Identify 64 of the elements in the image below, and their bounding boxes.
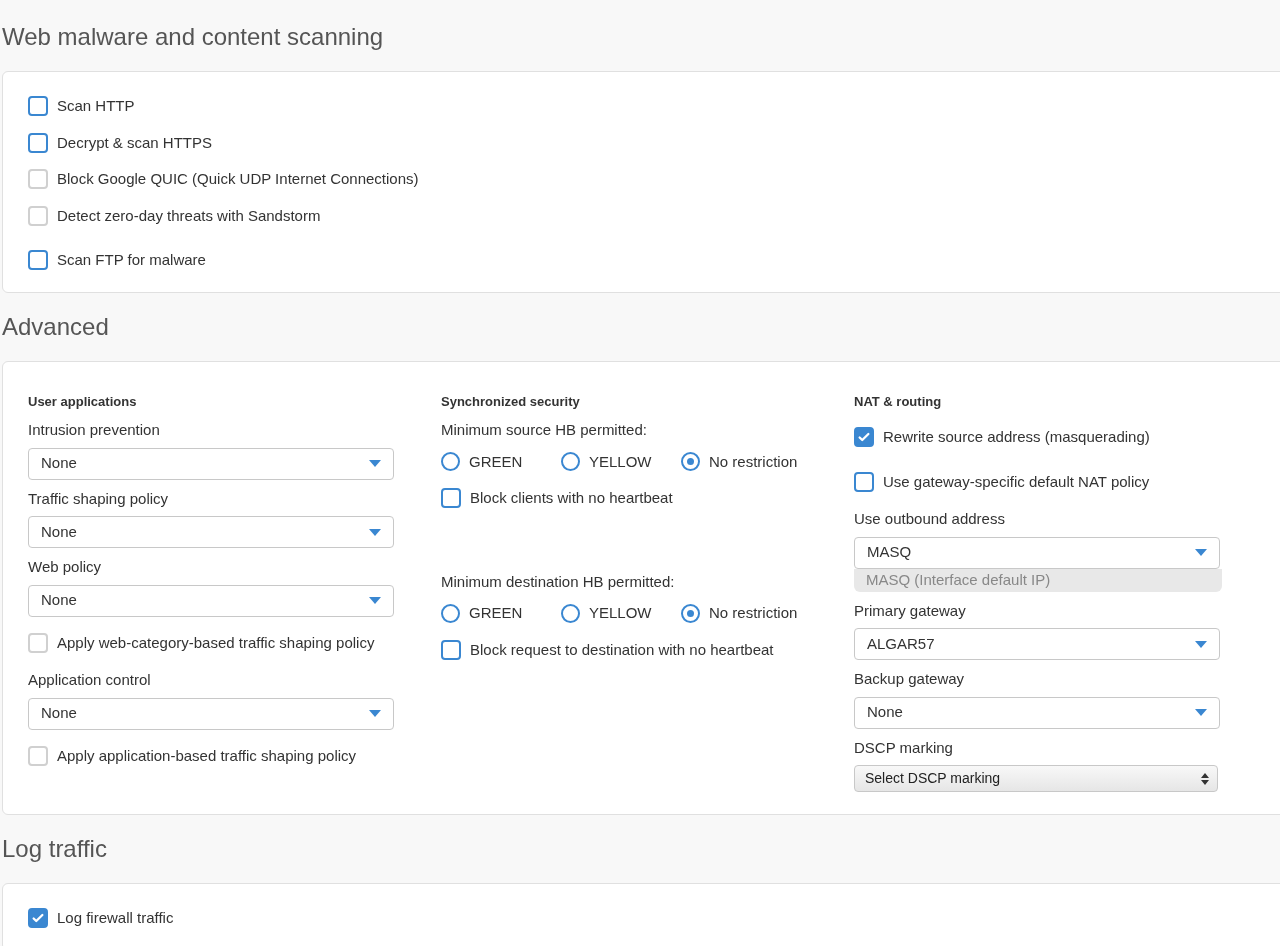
field-label: Application control xyxy=(28,670,152,690)
radio-button[interactable] xyxy=(561,603,580,623)
dropdown[interactable]: None xyxy=(28,584,394,617)
field-label: Primary gateway xyxy=(854,600,967,621)
checkbox-label: Block Google QUIC (Quick UDP Internet Connections) xyxy=(57,169,419,189)
checkbox-label: Apply web-category-based traffic shaping policy xyxy=(57,632,375,653)
dropdown[interactable]: MASQ xyxy=(854,536,1220,569)
field-label: DSCP marking xyxy=(854,737,954,758)
caret-icon xyxy=(369,597,381,604)
radio-label: No restriction xyxy=(709,451,798,472)
radio-button[interactable] xyxy=(441,603,460,623)
checkbox-label: Apply application-based traffic shaping policy xyxy=(57,745,357,766)
checked-checkbox[interactable] xyxy=(854,427,874,448)
field-label: Minimum source HB permitted: xyxy=(441,420,648,440)
checkbox[interactable] xyxy=(28,96,48,117)
caret-icon xyxy=(1195,640,1207,648)
checkbox-label: Rewrite source address (masquerading) xyxy=(883,427,1150,447)
radio-button[interactable] xyxy=(441,452,460,472)
radio-label: YELLOW xyxy=(589,451,652,472)
radio-button[interactable] xyxy=(561,452,580,472)
checkbox-label: Block clients with no heartbeat xyxy=(470,488,673,508)
checkbox[interactable] xyxy=(854,471,874,492)
radio-label: YELLOW xyxy=(589,603,652,623)
checkbox-label: Log firewall traffic xyxy=(57,908,174,928)
caret-icon xyxy=(1195,709,1207,716)
section-title: Web malware and content scanning xyxy=(2,22,385,52)
caret-icon xyxy=(369,710,381,717)
field-label: Traffic shaping policy xyxy=(28,488,170,509)
radio-label: No restriction xyxy=(709,603,798,623)
radio-label: GREEN xyxy=(469,603,523,623)
checkbox-label: Scan FTP for malware xyxy=(57,250,206,270)
checkbox-label: Decrypt & scan HTTPS xyxy=(57,132,213,153)
field-label: Minimum destination HB permitted: xyxy=(441,571,676,592)
caret-icon xyxy=(1195,549,1207,556)
column-heading: User applications xyxy=(28,392,138,411)
checkbox[interactable] xyxy=(441,488,461,509)
caret-icon xyxy=(369,528,381,536)
checkbox[interactable] xyxy=(28,250,48,271)
radio-button[interactable] xyxy=(681,452,700,472)
radio-label: GREEN xyxy=(469,451,523,472)
checked-checkbox[interactable] xyxy=(28,908,48,929)
dropdown[interactable]: None xyxy=(854,696,1220,729)
checkbox[interactable] xyxy=(28,132,48,153)
field-label: Backup gateway xyxy=(854,669,966,689)
dropdown[interactable]: None xyxy=(28,516,394,548)
checkbox-label: Use gateway-specific default NAT policy xyxy=(883,471,1150,492)
checkbox-label: Detect zero-day threats with Sandstorm xyxy=(57,205,321,226)
checkbox-label: Scan HTTP xyxy=(57,96,135,116)
field-label: Use outbound address xyxy=(854,509,1006,529)
radio-button[interactable] xyxy=(681,603,700,623)
dropdown[interactable]: None xyxy=(28,447,394,480)
checkbox[interactable] xyxy=(441,639,461,660)
dropdown[interactable]: ALGAR57 xyxy=(854,628,1220,660)
field-label: Web policy xyxy=(28,557,103,577)
column-heading: Synchronized security xyxy=(441,392,581,411)
section-title: Log traffic xyxy=(2,834,108,864)
checkbox-label: Block request to destination with no heartbeat xyxy=(470,639,774,660)
dropdown[interactable]: Select DSCP marking xyxy=(854,765,1218,792)
up-down-arrows-icon xyxy=(1201,772,1209,785)
dropdown[interactable]: None xyxy=(28,697,394,730)
field-label: Intrusion prevention xyxy=(28,420,161,440)
column-heading: NAT & routing xyxy=(854,392,943,411)
section-title: Advanced xyxy=(2,311,110,342)
caret-icon xyxy=(369,460,381,467)
